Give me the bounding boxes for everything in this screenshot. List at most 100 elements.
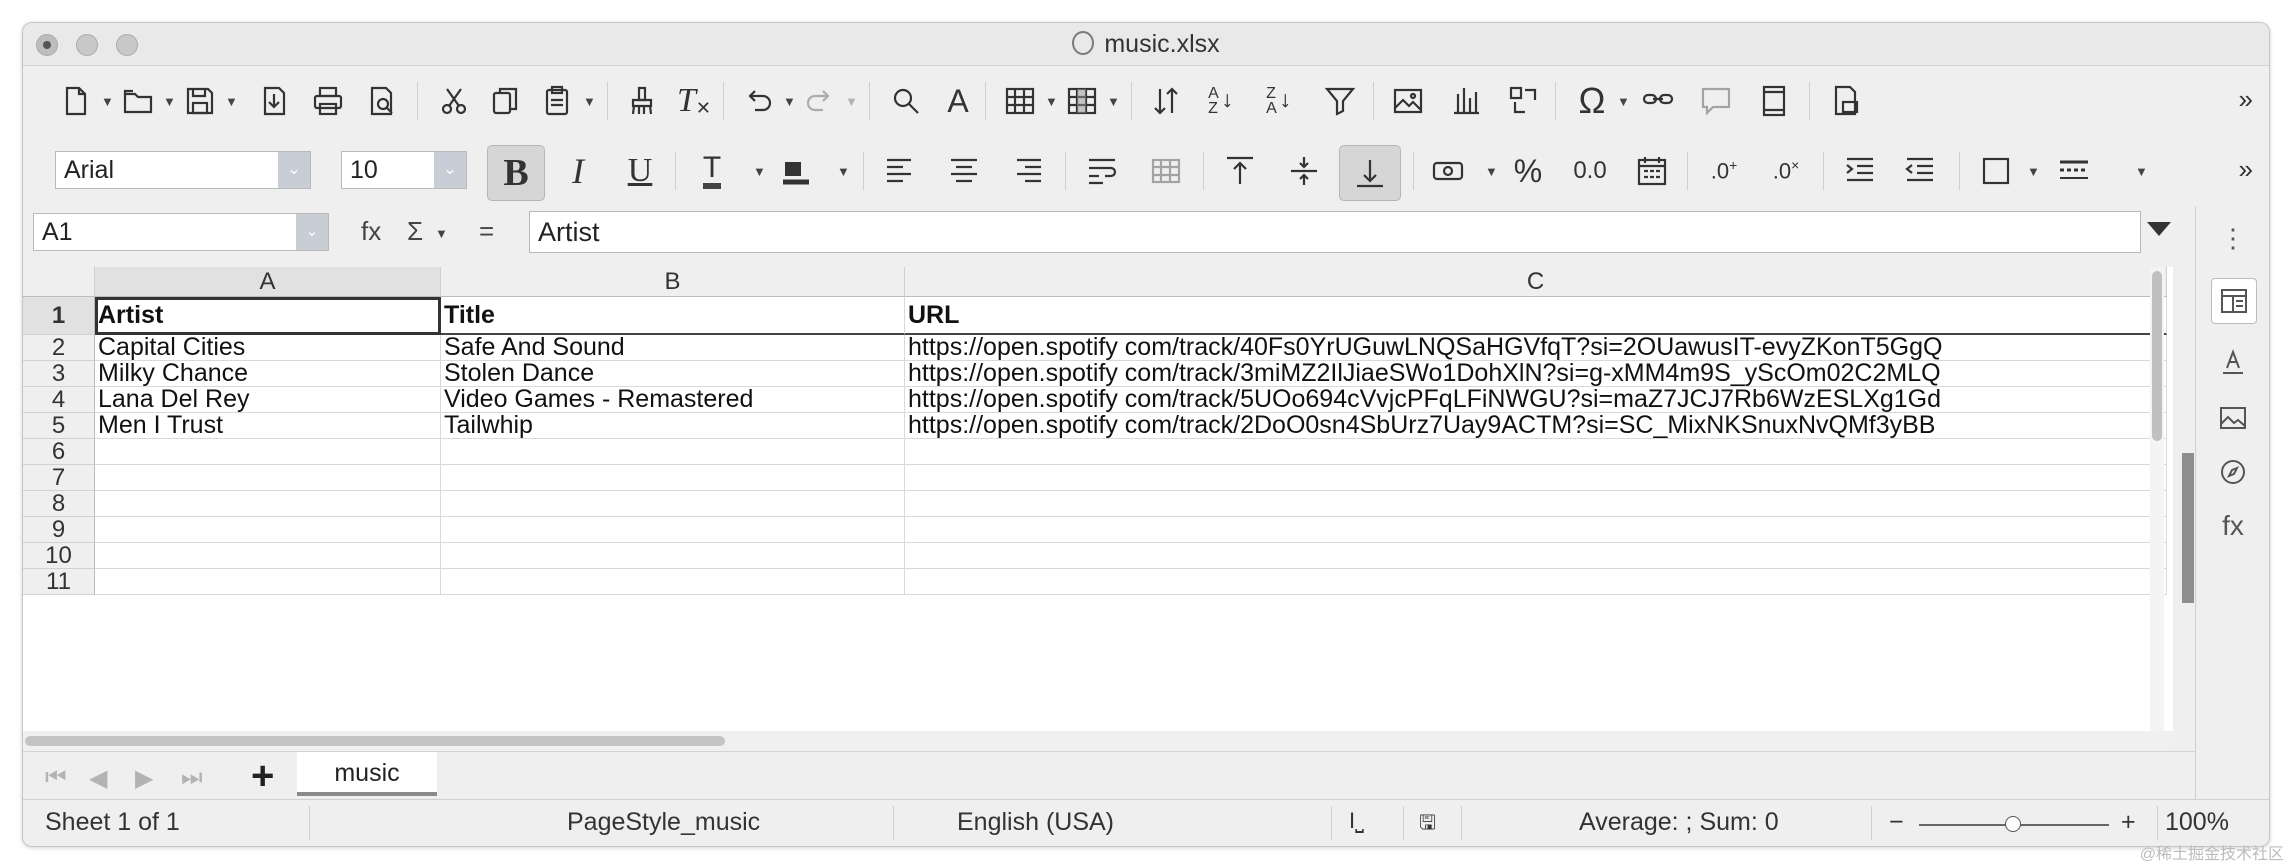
background-color-icon[interactable] <box>773 148 819 194</box>
active-cell[interactable]: Artist <box>95 297 441 335</box>
sort-icon[interactable] <box>1143 78 1189 124</box>
formula-input[interactable]: Artist <box>529 211 2141 253</box>
table-cell[interactable]: Tailwhip <box>441 413 905 439</box>
table-cell[interactable] <box>441 543 905 569</box>
increase-indent-icon[interactable] <box>1837 148 1883 194</box>
toolbar-overflow-icon[interactable]: » <box>2239 84 2253 115</box>
formula-equals-icon[interactable]: = <box>479 216 494 247</box>
font-color-dropdown-icon[interactable]: ▼ <box>753 164 766 179</box>
save-dropdown-icon[interactable]: ▼ <box>225 94 238 109</box>
function-wizard-icon[interactable]: fx <box>361 216 381 247</box>
table-cell[interactable]: https://open.spotify com/track/3miMZ2IlJ… <box>905 361 2167 387</box>
zoom-level[interactable]: 100% <box>2165 808 2229 837</box>
table-cell[interactable] <box>441 439 905 465</box>
sidebar-collapse-handle[interactable] <box>2182 453 2194 603</box>
column-dropdown-icon[interactable]: ▼ <box>1107 94 1120 109</box>
define-print-area-icon[interactable] <box>1823 78 1869 124</box>
align-left-icon[interactable] <box>877 148 923 194</box>
background-color-dropdown-icon[interactable]: ▼ <box>837 164 850 179</box>
table-cell[interactable]: https://open.spotify com/track/2DoO0sn4S… <box>905 413 2167 439</box>
table-cell[interactable] <box>95 517 441 543</box>
table-cell[interactable] <box>905 517 2167 543</box>
table-cell[interactable] <box>905 491 2167 517</box>
zoom-out-button[interactable]: − <box>1889 808 1904 837</box>
new-document-icon[interactable] <box>53 78 99 124</box>
sort-descending-icon[interactable]: ZA <box>1259 78 1305 124</box>
copy-icon[interactable] <box>483 78 529 124</box>
italic-button[interactable]: I <box>555 148 601 194</box>
decrease-indent-icon[interactable] <box>1897 148 1943 194</box>
row-header[interactable]: 8 <box>23 491 95 517</box>
sum-dropdown-icon[interactable]: ▼ <box>435 226 448 241</box>
table-cell[interactable]: Lana Del Rey <box>95 387 441 413</box>
table-cell[interactable] <box>441 517 905 543</box>
percent-format-icon[interactable]: % <box>1505 148 1551 194</box>
name-box[interactable]: A1 ⌄ <box>33 213 329 251</box>
zoom-slider-knob[interactable] <box>2005 816 2021 832</box>
vertical-scrollbar[interactable] <box>2150 267 2164 732</box>
next-sheet-icon[interactable]: ▶ <box>135 764 153 793</box>
expand-formula-bar-icon[interactable] <box>2147 222 2171 236</box>
date-format-icon[interactable] <box>1629 148 1675 194</box>
paste-dropdown-icon[interactable]: ▼ <box>583 94 596 109</box>
print-icon[interactable] <box>305 78 351 124</box>
add-sheet-button[interactable]: + <box>251 754 274 799</box>
print-preview-icon[interactable] <box>359 78 405 124</box>
align-bottom-button[interactable] <box>1339 145 1401 201</box>
table-cell[interactable]: https://open.spotify com/track/40Fs0YrUG… <box>905 335 2167 361</box>
align-center-icon[interactable] <box>941 148 987 194</box>
new-dropdown-icon[interactable]: ▼ <box>101 94 114 109</box>
zoom-in-button[interactable]: + <box>2121 808 2136 837</box>
chevron-down-icon[interactable]: ⌄ <box>278 152 310 188</box>
table-cell[interactable]: URL <box>905 297 2167 335</box>
sum-icon[interactable]: Σ <box>407 216 423 247</box>
row-header[interactable]: 2 <box>23 335 95 361</box>
column-icon[interactable] <box>1059 78 1105 124</box>
row-header[interactable]: 5 <box>23 413 95 439</box>
row-dropdown-icon[interactable]: ▼ <box>1045 94 1058 109</box>
row-header[interactable]: 9 <box>23 517 95 543</box>
currency-dropdown-icon[interactable]: ▼ <box>1485 164 1498 179</box>
select-all-corner[interactable] <box>23 267 95 297</box>
clear-formatting-icon[interactable]: T ✕ <box>671 78 717 124</box>
chevron-down-icon[interactable]: ⌄ <box>434 152 466 188</box>
table-cell[interactable] <box>441 465 905 491</box>
table-cell[interactable] <box>95 465 441 491</box>
table-cell[interactable]: Video Games - Remastered <box>441 387 905 413</box>
font-name-box[interactable]: Arial ⌄ <box>55 151 311 189</box>
first-sheet-icon[interactable]: ⏮ <box>45 764 67 792</box>
toolbar-overflow-icon[interactable]: » <box>2239 154 2253 185</box>
special-character-icon[interactable]: Ω <box>1569 78 1615 124</box>
hyperlink-icon[interactable] <box>1635 78 1681 124</box>
page-style[interactable]: PageStyle_music <box>567 808 760 837</box>
border-style-icon[interactable] <box>2051 148 2097 194</box>
table-cell[interactable] <box>905 439 2167 465</box>
underline-button[interactable]: U <box>617 148 663 194</box>
redo-dropdown-icon[interactable]: ▼ <box>845 94 858 109</box>
table-cell[interactable]: Safe And Sound <box>441 335 905 361</box>
chevron-down-icon[interactable]: ⌄ <box>296 214 328 250</box>
paste-icon[interactable] <box>535 78 581 124</box>
borders-dropdown-icon[interactable]: ▼ <box>2027 164 2040 179</box>
column-header-b[interactable]: B <box>441 267 905 297</box>
save-icon[interactable] <box>177 78 223 124</box>
autofilter-icon[interactable] <box>1317 78 1363 124</box>
comment-icon[interactable] <box>1693 78 1739 124</box>
find-replace-icon[interactable] <box>883 78 929 124</box>
undo-icon[interactable] <box>735 78 781 124</box>
sort-ascending-icon[interactable]: AZ <box>1201 78 1247 124</box>
navigator-icon[interactable] <box>2215 454 2251 490</box>
table-cell[interactable]: Milky Chance <box>95 361 441 387</box>
font-size-box[interactable]: 10 ⌄ <box>341 151 467 189</box>
bold-button[interactable]: B <box>487 145 545 201</box>
horizontal-scroll-thumb[interactable] <box>25 736 725 746</box>
insert-chart-icon[interactable] <box>1443 78 1489 124</box>
merge-cells-icon[interactable] <box>1143 148 1189 194</box>
gallery-icon[interactable] <box>2215 400 2251 436</box>
table-cell[interactable] <box>95 439 441 465</box>
row-header[interactable]: 7 <box>23 465 95 491</box>
table-cell[interactable]: https://open.spotify com/track/5UOo694cV… <box>905 387 2167 413</box>
borders-icon[interactable] <box>1973 148 2019 194</box>
table-cell[interactable] <box>441 569 905 595</box>
table-cell[interactable] <box>905 543 2167 569</box>
